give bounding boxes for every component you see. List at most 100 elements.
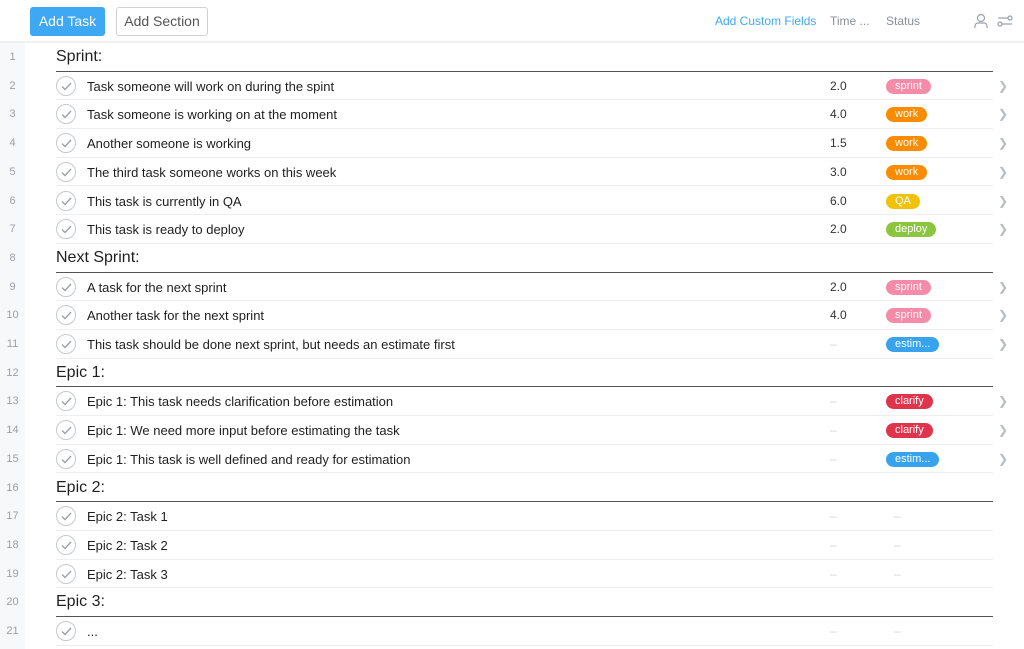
complete-task-checkbox[interactable] [56, 305, 76, 326]
section-title[interactable]: Next Sprint: [56, 249, 140, 267]
task-name[interactable]: Task someone will work on during the spi… [87, 79, 334, 94]
chevron-right-icon[interactable]: ❯ [998, 107, 1008, 121]
task-row[interactable]: 3 Task someone is working on at the momen… [0, 100, 1024, 130]
time-estimate[interactable]: 4.0 [830, 308, 847, 322]
status-badge[interactable]: deploy [886, 222, 937, 238]
complete-task-checkbox[interactable] [56, 334, 76, 354]
chevron-right-icon[interactable]: ❯ [998, 337, 1008, 351]
complete-task-checkbox[interactable] [56, 133, 76, 154]
task-row[interactable]: 6 This task is currently in QA 6.0 QA ❯ [0, 187, 1024, 216]
status-empty[interactable]: – [894, 509, 901, 523]
status-empty[interactable]: – [894, 538, 901, 552]
task-row[interactable]: 17 Epic 2: Task 1 – – [0, 502, 1024, 531]
add-custom-fields-link[interactable]: Add Custom Fields [715, 14, 816, 28]
chevron-right-icon[interactable]: ❯ [998, 423, 1008, 437]
complete-task-checkbox[interactable] [56, 75, 76, 96]
user-icon[interactable] [972, 12, 990, 30]
chevron-right-icon[interactable]: ❯ [998, 394, 1008, 408]
section-title[interactable]: Epic 1: [56, 364, 105, 382]
task-name[interactable]: This task is ready to deploy [87, 222, 245, 237]
status-badge[interactable]: clarify [886, 394, 933, 410]
status-badge[interactable]: sprint [886, 279, 931, 295]
time-estimate[interactable]: 2.0 [830, 280, 847, 294]
time-estimate[interactable]: 4.0 [830, 107, 847, 121]
filter-icon[interactable] [996, 12, 1014, 30]
status-badge[interactable]: clarify [886, 423, 933, 439]
task-row[interactable]: 13 Epic 1: This task needs clarification … [0, 387, 1024, 417]
time-estimate[interactable]: 6.0 [830, 194, 847, 208]
chevron-right-icon[interactable]: ❯ [998, 280, 1008, 294]
chevron-right-icon[interactable]: ❯ [998, 136, 1008, 150]
status-badge[interactable]: estim... [886, 451, 940, 467]
section-title[interactable]: Sprint: [56, 48, 102, 66]
column-header-status[interactable]: Status [886, 14, 920, 28]
task-row[interactable]: 7 This task is ready to deploy 2.0 deploy ❯ [0, 215, 1024, 244]
status-badge[interactable]: work [886, 136, 928, 152]
task-name[interactable]: Epic 2: Task 3 [87, 567, 168, 582]
add-section-button[interactable]: Add Section [116, 7, 208, 36]
section-header[interactable]: 20 Epic 3: [0, 588, 1024, 617]
task-name[interactable]: The third task someone works on this wee… [87, 165, 336, 180]
time-estimate[interactable]: 2.0 [830, 222, 847, 236]
task-name[interactable]: ... [87, 624, 98, 639]
time-estimate[interactable]: – [830, 423, 837, 437]
add-task-button[interactable]: Add Task [30, 7, 105, 36]
complete-task-checkbox[interactable] [56, 420, 76, 441]
complete-task-checkbox[interactable] [56, 104, 76, 125]
time-estimate[interactable]: – [830, 538, 837, 552]
time-estimate[interactable]: 1.5 [830, 136, 847, 150]
task-name[interactable]: This task is currently in QA [87, 194, 242, 209]
status-empty[interactable]: – [894, 624, 901, 638]
task-name[interactable]: Epic 2: Task 2 [87, 538, 168, 553]
complete-task-checkbox[interactable] [56, 621, 76, 641]
task-name[interactable]: Another someone is working [87, 136, 251, 151]
task-row[interactable]: 19 Epic 2: Task 3 – – [0, 560, 1024, 589]
status-badge[interactable]: work [886, 164, 928, 180]
task-row[interactable]: 9 A task for the next sprint 2.0 sprint ❯ [0, 273, 1024, 302]
task-row[interactable]: 4 Another someone is working 1.5 work ❯ [0, 129, 1024, 158]
status-empty[interactable]: – [894, 567, 901, 581]
time-estimate[interactable]: – [830, 337, 837, 351]
complete-task-checkbox[interactable] [56, 563, 76, 584]
column-header-time[interactable]: Time ... [830, 14, 870, 28]
chevron-right-icon[interactable]: ❯ [998, 222, 1008, 236]
chevron-right-icon[interactable]: ❯ [998, 308, 1008, 322]
task-row[interactable]: 2 Task someone will work on during the sp… [0, 72, 1024, 101]
complete-task-checkbox[interactable] [56, 161, 76, 182]
section-header[interactable]: 12 Epic 1: [0, 359, 1024, 388]
status-badge[interactable]: work [886, 107, 928, 123]
complete-task-checkbox[interactable] [56, 391, 76, 412]
time-estimate[interactable]: – [830, 624, 837, 638]
chevron-right-icon[interactable]: ❯ [998, 452, 1008, 466]
complete-task-checkbox[interactable] [56, 219, 76, 240]
task-row[interactable]: 10 Another task for the next sprint 4.0 spr… [0, 301, 1024, 330]
time-estimate[interactable]: 2.0 [830, 79, 847, 93]
time-estimate[interactable]: – [830, 509, 837, 523]
time-estimate[interactable]: – [830, 567, 837, 581]
chevron-right-icon[interactable]: ❯ [998, 194, 1008, 208]
task-name[interactable]: This task should be done next sprint, bu… [87, 337, 455, 352]
complete-task-checkbox[interactable] [56, 190, 76, 211]
section-header[interactable]: 8 Next Sprint: [0, 244, 1024, 273]
task-row[interactable]: 15 Epic 1: This task is well defined and … [0, 445, 1024, 474]
task-row[interactable]: 18 Epic 2: Task 2 – – [0, 531, 1024, 560]
complete-task-checkbox[interactable] [56, 448, 76, 469]
task-row[interactable]: 11 This task should be done next sprint, … [0, 330, 1024, 359]
task-row[interactable]: 5 The third task someone works on this we… [0, 158, 1024, 187]
task-name[interactable]: A task for the next sprint [87, 280, 226, 295]
complete-task-checkbox[interactable] [56, 534, 76, 555]
task-name[interactable]: Epic 2: Task 1 [87, 509, 168, 524]
status-badge[interactable]: sprint [886, 78, 931, 94]
chevron-right-icon[interactable]: ❯ [998, 79, 1008, 93]
status-badge[interactable]: estim... [886, 337, 940, 352]
time-estimate[interactable]: – [830, 394, 837, 408]
time-estimate[interactable]: – [830, 452, 837, 466]
task-row[interactable]: 21... – – [0, 617, 1024, 646]
status-badge[interactable]: sprint [886, 308, 931, 324]
complete-task-checkbox[interactable] [56, 276, 76, 297]
section-title[interactable]: Epic 2: [56, 479, 105, 497]
task-name[interactable]: Task someone is working on at the moment [87, 107, 337, 122]
status-badge[interactable]: QA [886, 193, 920, 209]
task-name[interactable]: Epic 1: This task needs clarification be… [87, 394, 393, 409]
section-header[interactable]: 16 Epic 2: [0, 474, 1024, 503]
